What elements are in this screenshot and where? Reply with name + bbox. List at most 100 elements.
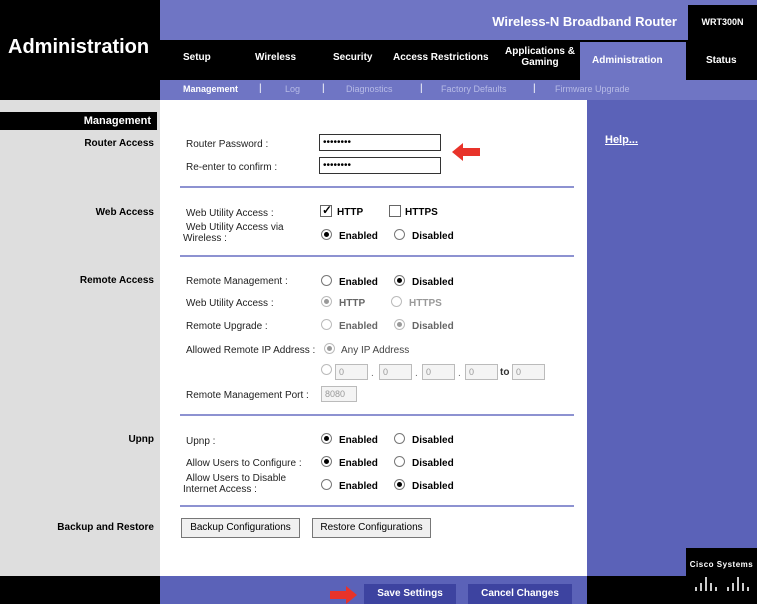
subtab-management[interactable]: Management <box>183 84 238 94</box>
remote-upgrade-enabled-radio[interactable] <box>321 319 332 330</box>
remote-upgrade-enabled-label: Enabled <box>339 321 378 332</box>
tab-wireless[interactable]: Wireless <box>255 52 296 63</box>
section-router-access: Router Access <box>84 138 154 149</box>
subnav-separator: | <box>322 83 325 94</box>
wireless-disabled-radio[interactable] <box>394 229 405 240</box>
subtab-firmware-upgrade[interactable]: Firmware Upgrade <box>555 84 630 94</box>
ip-dot: . <box>415 368 418 379</box>
disable-internet-disabled-label: Disabled <box>412 481 454 492</box>
restore-configurations-button[interactable]: Restore Configurations <box>312 518 431 538</box>
cisco-systems-logo: Cisco Systems <box>686 548 757 604</box>
ip-end-input[interactable]: 0 <box>512 364 545 380</box>
divider <box>180 414 574 416</box>
remote-https-label: HTTPS <box>409 298 442 309</box>
remote-mgmt-enabled-radio[interactable] <box>321 275 332 286</box>
remote-management-label: Remote Management : <box>186 276 288 287</box>
tab-setup[interactable]: Setup <box>183 52 211 63</box>
footer-left-band <box>0 576 160 604</box>
help-link[interactable]: Help... <box>605 134 638 146</box>
ip-dot: . <box>371 368 374 379</box>
confirm-password-label: Re-enter to confirm : <box>186 162 278 173</box>
remote-web-utility-label: Web Utility Access : <box>186 298 274 309</box>
remote-port-input[interactable]: 8080 <box>321 386 357 402</box>
section-remote-access: Remote Access <box>79 275 154 286</box>
allowed-ip-label: Allowed Remote IP Address : <box>186 345 316 356</box>
disable-internet-disabled-radio[interactable] <box>394 479 405 490</box>
tab-security[interactable]: Security <box>333 52 372 63</box>
disable-internet-enabled-radio[interactable] <box>321 479 332 490</box>
subnav-separator: | <box>259 83 262 94</box>
https-label: HTTPS <box>405 207 438 218</box>
allow-configure-label: Allow Users to Configure : <box>186 458 302 469</box>
subtab-log[interactable]: Log <box>285 84 300 94</box>
web-access-wireless-label-2: Wireless : <box>183 233 227 244</box>
confirm-password-input[interactable]: •••••••• <box>319 157 441 174</box>
wireless-enabled-label: Enabled <box>339 231 378 242</box>
web-access-wireless-label-1: Web Utility Access via <box>186 222 284 233</box>
configure-disabled-radio[interactable] <box>394 456 405 467</box>
any-ip-label: Any IP Address <box>341 345 410 356</box>
subtab-factory-defaults[interactable]: Factory Defaults <box>441 84 507 94</box>
upnp-enabled-label: Enabled <box>339 435 378 446</box>
tab-applications-gaming[interactable]: Applications & Gaming <box>497 46 583 68</box>
subnav-separator: | <box>420 83 423 94</box>
wireless-disabled-label: Disabled <box>412 231 454 242</box>
product-name: Wireless-N Broadband Router <box>492 14 677 29</box>
remote-port-label: Remote Management Port : <box>186 390 309 401</box>
cancel-changes-button[interactable]: Cancel Changes <box>468 584 572 604</box>
http-checkbox[interactable]: ✓ <box>320 203 333 217</box>
help-panel <box>587 100 757 576</box>
configure-disabled-label: Disabled <box>412 458 454 469</box>
divider <box>180 186 574 188</box>
tab-administration[interactable]: Administration <box>592 55 663 66</box>
remote-upgrade-label: Remote Upgrade : <box>186 321 268 332</box>
remote-http-label: HTTP <box>339 298 366 309</box>
red-arrow-right-icon <box>330 586 357 604</box>
remote-mgmt-enabled-label: Enabled <box>339 277 378 288</box>
ip-dot: . <box>458 368 461 379</box>
page-title: Administration <box>8 36 150 58</box>
configure-enabled-radio[interactable] <box>321 456 332 467</box>
section-web-access: Web Access <box>95 207 154 218</box>
tab-access-restrictions[interactable]: Access Restrictions <box>393 52 489 63</box>
management-heading: Management <box>0 112 157 130</box>
ip-range-radio[interactable] <box>321 364 332 375</box>
web-utility-access-label: Web Utility Access : <box>186 208 274 219</box>
remote-mgmt-disabled-radio[interactable] <box>394 275 405 286</box>
divider <box>180 255 574 257</box>
divider <box>180 505 574 507</box>
disable-internet-enabled-label: Enabled <box>339 481 378 492</box>
backup-configurations-button[interactable]: Backup Configurations <box>181 518 300 538</box>
model-badge: WRT300N <box>688 5 757 40</box>
logo-wordmark: Cisco Systems <box>689 560 754 569</box>
router-password-label: Router Password : <box>186 139 269 150</box>
allow-disable-label-1: Allow Users to Disable <box>186 473 287 484</box>
remote-https-radio[interactable] <box>391 296 402 307</box>
wireless-enabled-radio[interactable] <box>321 229 332 240</box>
ip-octet-3-input[interactable]: 0 <box>422 364 455 380</box>
router-password-input[interactable]: •••••••• <box>319 134 441 151</box>
remote-upgrade-disabled-radio[interactable] <box>394 319 405 330</box>
configure-enabled-label: Enabled <box>339 458 378 469</box>
save-settings-button[interactable]: Save Settings <box>364 584 456 604</box>
section-backup-restore: Backup and Restore <box>57 522 154 533</box>
any-ip-radio[interactable] <box>324 343 335 354</box>
remote-upgrade-disabled-label: Disabled <box>412 321 454 332</box>
http-label: HTTP <box>337 207 364 218</box>
ip-octet-2-input[interactable]: 0 <box>379 364 412 380</box>
upnp-label: Upnp : <box>186 436 216 447</box>
cisco-bridge-icon <box>694 577 749 591</box>
red-arrow-left-icon <box>452 143 480 161</box>
https-checkbox[interactable] <box>389 205 401 217</box>
upnp-disabled-label: Disabled <box>412 435 454 446</box>
subnav-separator: | <box>533 83 536 94</box>
checkmark-icon: ✓ <box>322 203 333 217</box>
ip-octet-4-input[interactable]: 0 <box>465 364 498 380</box>
upnp-disabled-radio[interactable] <box>394 433 405 444</box>
tab-status[interactable]: Status <box>706 55 737 66</box>
upnp-enabled-radio[interactable] <box>321 433 332 444</box>
subtab-diagnostics[interactable]: Diagnostics <box>346 84 393 94</box>
ip-octet-1-input[interactable]: 0 <box>335 364 368 380</box>
section-upnp: Upnp <box>128 434 154 445</box>
remote-http-radio[interactable] <box>321 296 332 307</box>
